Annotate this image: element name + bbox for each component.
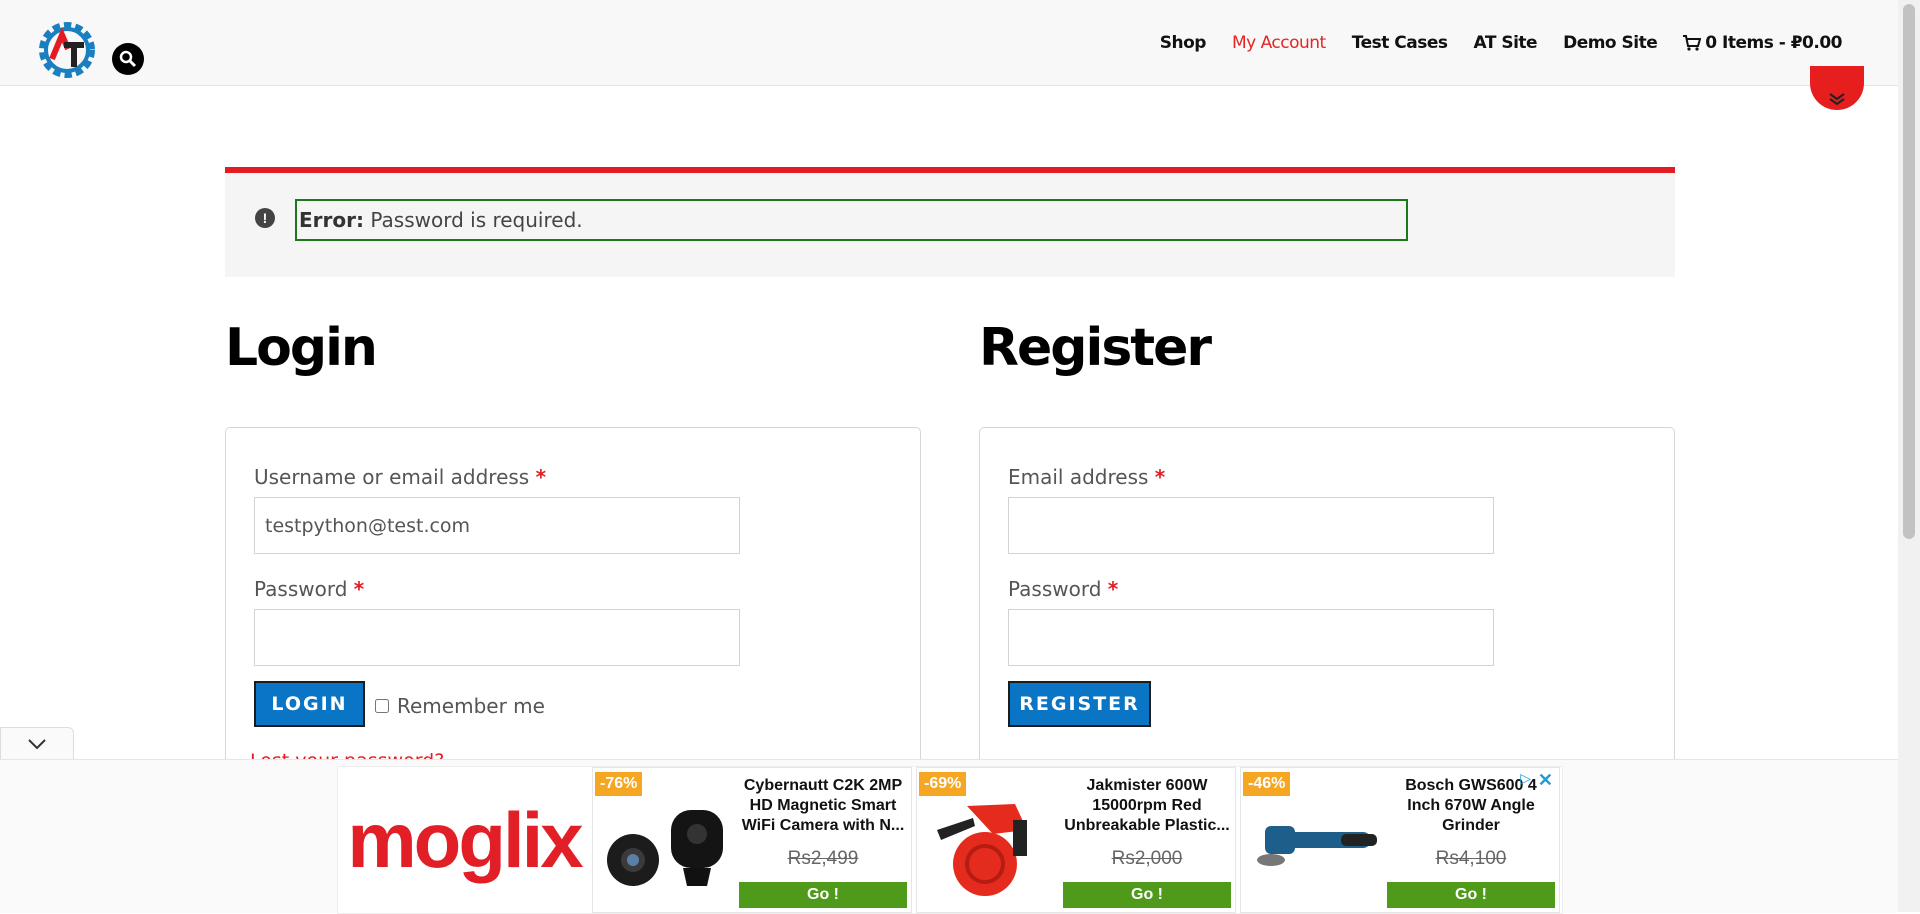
page-scrollbar[interactable]: [1898, 0, 1920, 912]
register-button[interactable]: REGISTER: [1008, 681, 1151, 727]
search-button[interactable]: [112, 43, 144, 75]
error-message: Error: Password is required.: [295, 199, 1408, 241]
username-label: Username or email address *: [254, 465, 547, 489]
nav-item-at-site[interactable]: AT Site: [1473, 33, 1537, 53]
cart-icon: [1683, 35, 1702, 51]
username-input[interactable]: [254, 497, 740, 554]
go-button[interactable]: Go !: [1063, 882, 1231, 908]
product-title: Jakmister 600W 15000rpm Red Unbreakable …: [1064, 777, 1230, 834]
required-mark: *: [1107, 577, 1119, 601]
cart-summary: 0 Items - ₽0.00: [1705, 33, 1842, 53]
site-header: Shop My Account Test Cases AT Site Demo …: [0, 0, 1898, 86]
main-nav: Shop My Account Test Cases AT Site Demo …: [1160, 33, 1843, 53]
error-notice: ! Error: Password is required.: [225, 167, 1675, 277]
go-button[interactable]: Go !: [739, 882, 907, 908]
cart-link[interactable]: 0 Items - ₽0.00: [1683, 33, 1842, 53]
register-password-label: Password *: [1008, 577, 1119, 601]
search-icon: [119, 50, 137, 68]
go-button[interactable]: Go !: [1387, 882, 1555, 908]
remember-me-label: Remember me: [397, 694, 545, 718]
scrollbar-thumb[interactable]: [1903, 4, 1915, 539]
ad-info-icon[interactable]: ▷: [1520, 770, 1531, 787]
chevron-down-icon: [28, 739, 46, 750]
double-chevron-down-icon: [1829, 93, 1845, 106]
exclamation-icon: !: [255, 208, 275, 228]
close-icon[interactable]: ✕: [1538, 770, 1553, 791]
lost-password-link[interactable]: Lost your password?: [250, 746, 444, 760]
product-price: Rs2,000: [1111, 848, 1183, 869]
error-text: Password is required.: [370, 208, 583, 232]
ad-product-card[interactable]: -76% Cybernautt C2K 2MP HD Magnetic Smar…: [592, 767, 912, 913]
ad-product-card[interactable]: -69% Jakmister 600W 15000rpm Red Unbreak…: [916, 767, 1236, 913]
ad-collapse-toggle[interactable]: [0, 727, 74, 760]
nav-item-test-cases[interactable]: Test Cases: [1352, 33, 1448, 53]
required-mark: *: [535, 465, 547, 489]
scroll-down-button[interactable]: [1810, 66, 1864, 110]
login-password-input[interactable]: [254, 609, 740, 666]
product-title: Cybernautt C2K 2MP HD Magnetic Smart WiF…: [741, 777, 905, 834]
nav-item-shop[interactable]: Shop: [1160, 33, 1207, 53]
camera-image: [607, 810, 723, 886]
nav-item-demo-site[interactable]: Demo Site: [1563, 33, 1658, 53]
email-label: Email address *: [1008, 465, 1166, 489]
required-mark: *: [353, 577, 365, 601]
register-password-input[interactable]: [1008, 609, 1494, 666]
product-price: Rs4,100: [1435, 848, 1507, 869]
required-mark: *: [1154, 465, 1166, 489]
ad-product-card[interactable]: -46% Bosch GWS600 4 Inch 670W Angle Grin…: [1240, 767, 1560, 913]
site-logo[interactable]: [34, 17, 100, 83]
blower-image: [937, 804, 1027, 896]
login-button[interactable]: LOGIN: [254, 681, 365, 727]
nav-item-my-account[interactable]: My Account: [1232, 33, 1326, 53]
login-password-label: Password *: [254, 577, 365, 601]
error-prefix: Error:: [299, 208, 364, 232]
login-title: Login: [225, 318, 378, 378]
remember-me[interactable]: Remember me: [375, 694, 545, 718]
register-title: Register: [979, 318, 1212, 378]
remember-me-checkbox[interactable]: [375, 699, 389, 713]
grinder-image: [1257, 826, 1377, 866]
ad-banner[interactable]: moglix -76% Cybernautt C2K 2MP HD Magnet…: [337, 766, 1563, 914]
ad-brand-logo[interactable]: moglix: [338, 767, 590, 913]
register-email-input[interactable]: [1008, 497, 1494, 554]
product-price: Rs2,499: [787, 848, 859, 869]
